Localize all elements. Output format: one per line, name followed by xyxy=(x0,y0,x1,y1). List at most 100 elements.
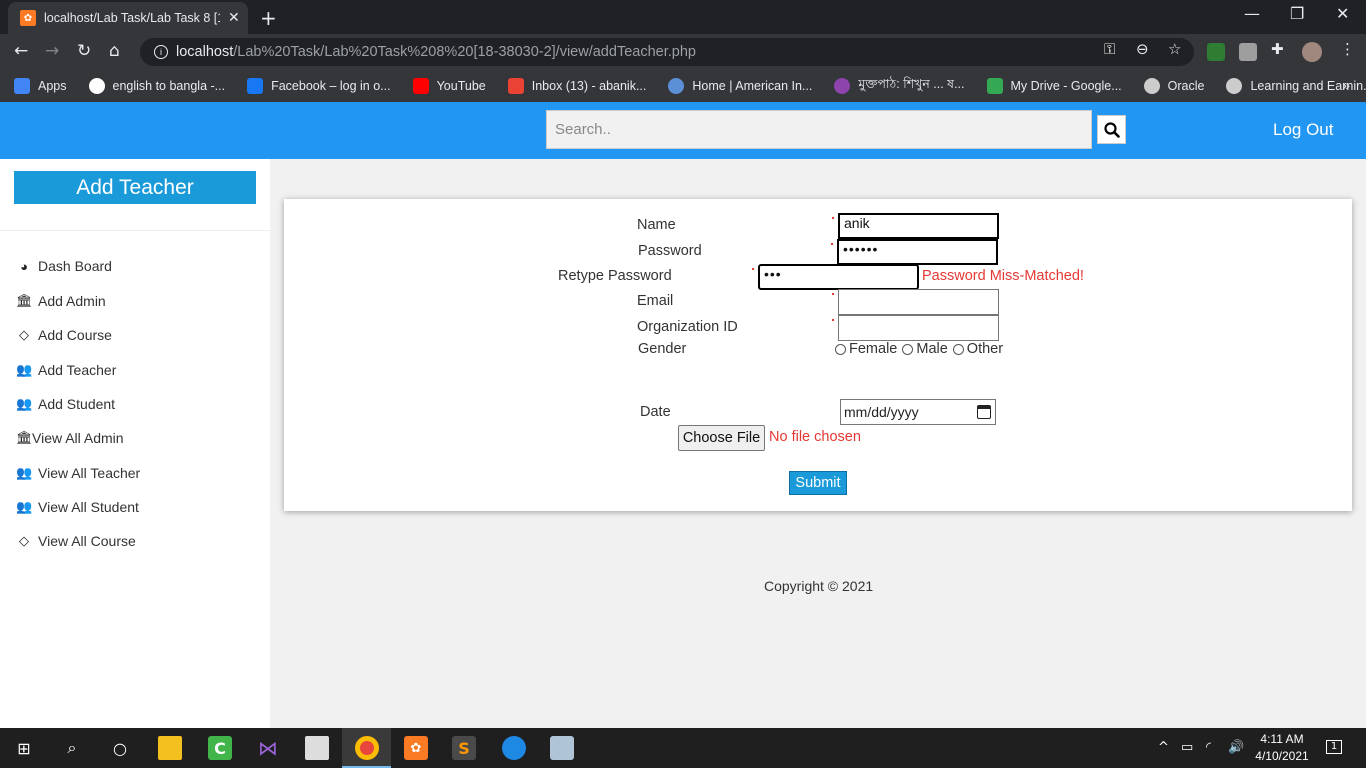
file-explorer-icon[interactable] xyxy=(158,736,182,760)
xampp-favicon-icon: ✿ xyxy=(20,10,36,26)
sidebar-item-add-course[interactable]: ◇ Add Course xyxy=(16,327,112,343)
sidebar-item-view-all-course[interactable]: ◇ View All Course xyxy=(16,533,136,549)
calendar-icon[interactable] xyxy=(977,405,991,419)
bookmark-item[interactable]: Facebook – log in o... xyxy=(247,78,391,94)
new-tab-icon[interactable]: + xyxy=(260,6,277,30)
volume-icon[interactable]: 🔊 xyxy=(1228,740,1244,755)
bookmark-item[interactable]: YouTube xyxy=(412,78,486,94)
visual-studio-icon[interactable]: ⋈ xyxy=(256,736,280,760)
bookmark-label: Oracle xyxy=(1167,79,1205,93)
zoom-icon[interactable]: ⊖ xyxy=(1136,40,1149,58)
battery-icon[interactable]: ▭ xyxy=(1181,740,1193,755)
required-marker xyxy=(832,293,834,295)
search-icon xyxy=(1103,121,1120,138)
sublime-text-icon[interactable]: S xyxy=(452,736,476,760)
logout-link[interactable]: Log Out xyxy=(1273,120,1334,140)
bookmark-apps[interactable]: Apps xyxy=(14,78,67,94)
users-icon: 👥 xyxy=(16,499,33,514)
url-path: /Lab%20Task/Lab%20Task%208%20[18-38030-2… xyxy=(233,44,696,60)
system-clock[interactable]: 4:11 AM 4/10/2021 xyxy=(1252,731,1312,765)
bookmark-item[interactable]: Oracle xyxy=(1143,78,1205,94)
profile-avatar[interactable] xyxy=(1302,42,1322,62)
notification-center-icon[interactable]: 1 xyxy=(1326,740,1342,754)
store-icon[interactable] xyxy=(305,736,329,760)
extension-icon[interactable] xyxy=(1239,43,1257,61)
retype-password-field[interactable]: ••• xyxy=(758,264,919,290)
bookmark-label: Facebook – log in o... xyxy=(271,79,391,93)
sidebar-item-add-teacher[interactable]: 👥 Add Teacher xyxy=(16,362,116,378)
address-bar[interactable]: i localhost/Lab%20Task/Lab%20Task%208%20… xyxy=(140,38,1194,66)
globe-icon xyxy=(1226,78,1243,94)
choose-file-button[interactable]: Choose File xyxy=(678,425,765,451)
gender-radio-group: Female Male Other xyxy=(835,341,1008,357)
tray-overflow-icon[interactable]: ^ xyxy=(1158,740,1169,755)
bookmark-item[interactable]: মুক্তপাঠ: শিখুন ... ষ... xyxy=(834,76,965,96)
bookmark-item[interactable]: Home | American In... xyxy=(668,78,812,94)
bookmark-star-icon[interactable]: ☆ xyxy=(1168,40,1181,58)
google-drive-icon xyxy=(986,78,1003,94)
tab-close-icon[interactable]: ✕ xyxy=(228,10,240,26)
bookmark-label: মুক্তপাঠ: শিখুন ... ষ... xyxy=(858,77,965,91)
sidebar-item-dash-board[interactable]: ◕ Dash Board xyxy=(16,258,112,274)
extension-icon[interactable] xyxy=(1207,43,1225,61)
window-close-icon[interactable]: ✕ xyxy=(1336,4,1349,23)
browser-toolbar: ← → ↻ ⌂ i localhost/Lab%20Task/Lab%20Tas… xyxy=(0,34,1366,70)
bookmark-item[interactable]: Inbox (13) - abanik... xyxy=(507,78,646,94)
globe-icon xyxy=(1143,78,1160,94)
edge-icon[interactable] xyxy=(502,736,526,760)
task-view-icon[interactable]: ○ xyxy=(108,736,132,760)
pycharm-icon[interactable]: C xyxy=(208,736,232,760)
key-icon[interactable]: ⚿ xyxy=(1104,40,1115,58)
organization-id-field[interactable] xyxy=(838,315,999,341)
facebook-icon xyxy=(247,78,264,94)
chrome-icon[interactable] xyxy=(355,736,379,760)
users-icon: 👥 xyxy=(16,465,33,480)
retype-password-label: Retype Password xyxy=(558,268,672,284)
dashboard-icon: ◕ xyxy=(20,258,28,274)
search-button[interactable] xyxy=(1097,115,1126,144)
copyright-footer: Copyright © 2021 xyxy=(764,578,874,594)
sidebar-item-label: View All Admin xyxy=(32,430,124,446)
sidebar: Add Teacher ◕ Dash Board 🏛 Add Admin ◇ Add … xyxy=(0,159,270,728)
gender-radio-female[interactable] xyxy=(835,343,846,355)
home-icon[interactable]: ⌂ xyxy=(109,41,120,61)
back-icon[interactable]: ← xyxy=(14,41,28,61)
sidebar-title: Add Teacher xyxy=(14,171,256,204)
bookmark-label: My Drive - Google... xyxy=(1010,79,1122,93)
reload-icon[interactable]: ↻ xyxy=(77,41,91,61)
windows-start-icon[interactable]: ⊞ xyxy=(12,736,36,760)
name-field[interactable]: anik xyxy=(838,213,999,239)
apps-grid-icon xyxy=(14,78,30,94)
xampp-icon[interactable]: ✿ xyxy=(404,736,428,760)
bookmarks-overflow-icon[interactable]: » xyxy=(1342,77,1350,93)
minimize-icon[interactable]: — xyxy=(1244,4,1260,23)
search-input[interactable] xyxy=(546,110,1092,149)
date-label: Date xyxy=(640,404,671,420)
site-info-icon[interactable]: i xyxy=(154,45,168,59)
wifi-icon[interactable]: ◜ xyxy=(1206,740,1211,755)
browser-tabstrip: ✿ localhost/Lab Task/Lab Task 8 [18 ✕ + … xyxy=(0,0,1366,34)
restore-icon[interactable]: ❐ xyxy=(1290,4,1304,23)
gender-radio-male[interactable] xyxy=(902,343,914,355)
sidebar-item-add-student[interactable]: 👥 Add Student xyxy=(16,396,115,412)
date-input[interactable]: mm/dd/yyyy xyxy=(840,399,996,425)
bookmark-item[interactable]: My Drive - Google... xyxy=(986,78,1122,94)
bookmark-item[interactable]: english to bangla -... xyxy=(88,78,225,94)
password-field[interactable]: •••••• xyxy=(837,239,998,265)
clock-time: 4:11 AM xyxy=(1260,732,1304,746)
sidebar-item-label: Dash Board xyxy=(38,258,112,274)
submit-button[interactable]: Submit xyxy=(789,471,847,495)
browser-tab[interactable]: ✿ localhost/Lab Task/Lab Task 8 [18 ✕ xyxy=(8,2,248,34)
sidebar-item-view-all-admin[interactable]: 🏛 View All Admin xyxy=(16,430,124,446)
notepad-icon[interactable] xyxy=(550,736,574,760)
email-field[interactable] xyxy=(838,289,999,315)
extensions-puzzle-icon[interactable]: ✚ xyxy=(1271,40,1284,58)
gender-radio-other[interactable] xyxy=(952,343,964,355)
sidebar-item-add-admin[interactable]: 🏛 Add Admin xyxy=(16,293,106,309)
forward-icon[interactable]: → xyxy=(45,41,59,61)
sidebar-item-view-all-teacher[interactable]: 👥 View All Teacher xyxy=(16,465,140,481)
search-icon[interactable]: ⌕ xyxy=(60,736,84,760)
sidebar-item-view-all-student[interactable]: 👥 View All Student xyxy=(16,499,139,515)
bank-icon: 🏛 xyxy=(16,293,33,308)
menu-dots-icon[interactable]: ⋮ xyxy=(1340,40,1355,58)
